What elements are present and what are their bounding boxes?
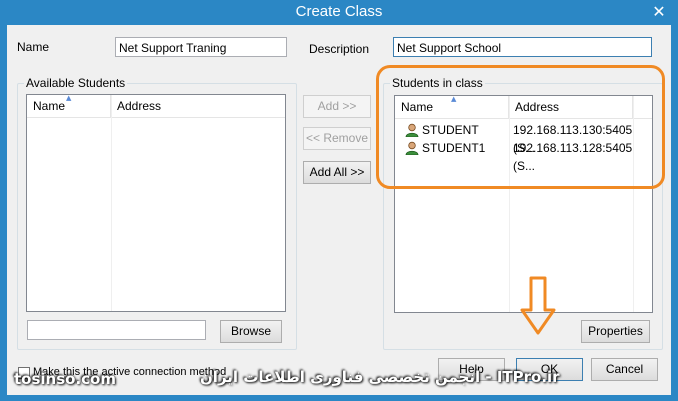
close-icon[interactable]: ✕ [648, 2, 670, 22]
name-label: Name [17, 40, 50, 54]
dialog-body: Name Net Support Traning Description Net… [7, 25, 671, 395]
add-all-button[interactable]: Add All >> [303, 161, 371, 184]
arrow-down-icon [520, 276, 556, 335]
properties-button[interactable]: Properties [581, 320, 650, 343]
dialog-window: Create Class ✕ Name Net Support Traning … [0, 0, 678, 401]
available-students-list[interactable]: Name ▲ Address [26, 94, 286, 312]
available-list-header: Name ▲ Address [27, 95, 285, 118]
sort-arrow-icon: ▲ [66, 94, 72, 102]
add-button[interactable]: Add >> [303, 95, 371, 118]
watermark-left: tosinso.com [14, 370, 116, 388]
column-address[interactable]: Address [111, 95, 285, 117]
available-students-title: Available Students [24, 76, 128, 90]
description-field[interactable]: Net Support School [393, 37, 652, 57]
watermark-right: ITPro.ir - انجمن تخصصی فناوری اطلاعات ای… [200, 368, 560, 386]
cancel-button[interactable]: Cancel [591, 358, 658, 381]
student-filter-input[interactable] [27, 320, 206, 340]
column-divider [111, 95, 112, 311]
description-label: Description [309, 42, 370, 56]
name-field[interactable]: Net Support Traning [115, 37, 287, 57]
browse-button[interactable]: Browse [220, 320, 282, 343]
title-bar: Create Class ✕ [0, 0, 678, 25]
highlight-annotation [376, 65, 665, 189]
window-title: Create Class [295, 3, 383, 20]
remove-button[interactable]: << Remove [303, 127, 371, 150]
